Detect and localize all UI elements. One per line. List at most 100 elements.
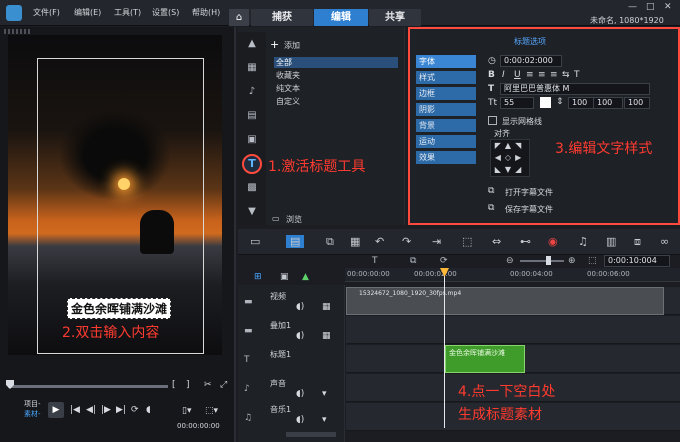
zoom-slider-handle[interactable] bbox=[546, 256, 551, 265]
overlay-volume-icon[interactable]: ◖) bbox=[296, 331, 304, 341]
vertical-text-icon[interactable]: T bbox=[574, 70, 580, 80]
menu-help[interactable]: 帮助(H) bbox=[192, 7, 220, 18]
italic-icon[interactable]: I bbox=[502, 70, 505, 80]
voice-volume-icon[interactable]: ◖) bbox=[296, 389, 304, 399]
library-item-favorites[interactable]: 收藏夹 bbox=[276, 70, 300, 81]
fit-project-icon[interactable]: ⬚ bbox=[588, 256, 597, 266]
timeline-snap-icon[interactable]: ⟳ bbox=[440, 256, 448, 266]
home-tab[interactable]: ⌂ bbox=[229, 9, 249, 26]
video-volume-icon[interactable]: ◖) bbox=[296, 302, 304, 312]
media-icon[interactable]: ▦ bbox=[244, 62, 260, 76]
menu-file[interactable]: 文件(F) bbox=[33, 7, 60, 18]
add-button[interactable]: 添加 bbox=[284, 40, 300, 51]
home-icon[interactable]: |◀ bbox=[70, 405, 80, 415]
down-arrow-icon[interactable]: ▼ bbox=[244, 206, 260, 220]
fit-icon[interactable]: ⬚ bbox=[462, 235, 472, 248]
undo-icon[interactable]: ↶ bbox=[375, 235, 384, 248]
tab-edit[interactable]: 编辑 bbox=[314, 9, 368, 26]
transition-icon[interactable]: ▤ bbox=[244, 110, 260, 124]
music-track-menu-icon[interactable]: ▾ bbox=[322, 415, 327, 425]
browse-button[interactable]: 浏览 bbox=[286, 214, 302, 225]
mark-out-icon[interactable]: ] bbox=[186, 380, 190, 390]
timeline-split-icon[interactable]: ⧉ bbox=[410, 256, 416, 266]
clip-mode[interactable]: 素材- bbox=[24, 409, 41, 419]
alignment-grid[interactable]: ◤▲◥ ◀◇▶ ◣▼◢ bbox=[490, 139, 530, 177]
open-subtitle-icon[interactable]: ⧉ bbox=[488, 186, 494, 196]
open-subtitle-button[interactable]: 打开字幕文件 bbox=[505, 187, 553, 198]
align-center-icon[interactable]: ≡ bbox=[538, 70, 546, 80]
color-swatch[interactable] bbox=[540, 97, 551, 108]
save-subtitle-button[interactable]: 保存字幕文件 bbox=[505, 204, 553, 215]
next-frame-icon[interactable]: |▶ bbox=[101, 405, 111, 415]
library-item-custom[interactable]: 自定义 bbox=[276, 96, 300, 107]
tab-capture[interactable]: 捕获 bbox=[251, 9, 313, 26]
option-style[interactable]: 样式 bbox=[416, 71, 476, 84]
redo-icon[interactable]: ↷ bbox=[402, 235, 411, 248]
lane-overlay[interactable] bbox=[346, 316, 680, 344]
project-mode[interactable]: 项目- bbox=[24, 399, 41, 409]
tools-icon[interactable]: ⧉ bbox=[326, 235, 334, 249]
menu-edit[interactable]: 编辑(E) bbox=[74, 7, 101, 18]
track-layout-icon[interactable]: ⊞ bbox=[254, 272, 262, 282]
ripple-icon[interactable]: ⇥ bbox=[432, 235, 441, 248]
font-size-field[interactable]: 55 bbox=[500, 97, 534, 109]
track-scrollbar[interactable] bbox=[286, 432, 336, 437]
motion-icon[interactable]: ⧈ bbox=[634, 235, 641, 249]
graphics-icon[interactable]: ▩ bbox=[244, 182, 260, 196]
play-button[interactable]: ▶ bbox=[48, 402, 64, 418]
timeline-text-icon[interactable]: T bbox=[372, 256, 378, 266]
overlay-track-menu-icon[interactable]: ▦ bbox=[322, 331, 331, 341]
maximize-icon[interactable]: □ bbox=[646, 2, 655, 12]
underline-icon[interactable]: U bbox=[514, 70, 521, 80]
video-track-menu-icon[interactable]: ▦ bbox=[322, 302, 331, 312]
timeline-view-icon[interactable]: ▤ bbox=[286, 235, 305, 248]
zoom-in-icon[interactable]: ⊕ bbox=[568, 256, 576, 266]
mixer-icon[interactable]: ♫ bbox=[578, 235, 588, 248]
close-icon[interactable]: ✕ bbox=[664, 2, 672, 12]
end-icon[interactable]: ▶| bbox=[116, 405, 126, 415]
add-icon[interactable]: + bbox=[270, 38, 279, 51]
record-icon[interactable]: ◉ bbox=[548, 235, 558, 248]
option-border[interactable]: 边框 bbox=[416, 87, 476, 100]
snapshot-icon[interactable]: ⬚▾ bbox=[205, 406, 218, 416]
up-arrow-icon[interactable]: ▲ bbox=[244, 38, 260, 52]
split-icon[interactable]: ✂ bbox=[204, 380, 212, 390]
tab-share[interactable]: 共享 bbox=[369, 9, 421, 26]
playhead[interactable] bbox=[444, 268, 445, 428]
ripple-mode-icon[interactable]: ▲ bbox=[302, 272, 309, 282]
grid-checkbox[interactable] bbox=[488, 116, 497, 125]
enlarge-icon[interactable]: ⤢ bbox=[220, 380, 227, 390]
track-manager-icon[interactable]: ▦ bbox=[350, 235, 360, 248]
align-right-icon[interactable]: ≡ bbox=[550, 70, 558, 80]
option-background[interactable]: 背景 bbox=[416, 119, 476, 132]
scale-field[interactable]: 100 bbox=[624, 97, 650, 109]
library-item-plain-text[interactable]: 纯文本 bbox=[276, 83, 300, 94]
add-track-icon[interactable]: ▣ bbox=[280, 272, 289, 282]
auto-music-icon[interactable]: ▥ bbox=[606, 235, 616, 248]
option-font[interactable]: 字体 bbox=[416, 55, 476, 68]
save-subtitle-icon[interactable]: ⧉ bbox=[488, 203, 494, 213]
line-spacing-field[interactable]: 100 bbox=[568, 97, 596, 109]
align-left-icon[interactable]: ≡ bbox=[526, 70, 534, 80]
zoom-track-icon[interactable]: ⊷ bbox=[520, 235, 531, 248]
pan-icon[interactable]: ⇔ bbox=[492, 235, 501, 248]
timeline-timecode[interactable]: 0:00:10:004 bbox=[604, 255, 670, 267]
music-volume-icon[interactable]: ◖) bbox=[296, 415, 304, 425]
option-shadow[interactable]: 阴影 bbox=[416, 103, 476, 116]
voice-track-menu-icon[interactable]: ▾ bbox=[322, 389, 327, 399]
player-timecode[interactable]: 00:00:00:00 bbox=[177, 422, 220, 430]
option-motion[interactable]: 运动 bbox=[416, 135, 476, 148]
storyboard-view-icon[interactable]: ▭ bbox=[250, 235, 260, 248]
option-effect[interactable]: 效果 bbox=[416, 151, 476, 164]
chain-icon[interactable]: ∞ bbox=[660, 235, 669, 248]
menu-tools[interactable]: 工具(T) bbox=[114, 7, 141, 18]
bold-icon[interactable]: B bbox=[488, 70, 495, 80]
filter-icon[interactable]: ▣ bbox=[244, 134, 260, 148]
mark-in-icon[interactable]: [ bbox=[172, 380, 176, 390]
minimize-icon[interactable]: — bbox=[628, 2, 637, 12]
browse-icon[interactable]: ▭ bbox=[272, 214, 280, 223]
repeat-icon[interactable]: ⟳ bbox=[131, 405, 139, 415]
title-text-box[interactable]: 金色余晖铺满沙滩 bbox=[67, 298, 172, 319]
prev-frame-icon[interactable]: ◀| bbox=[86, 405, 96, 415]
zoom-slider[interactable] bbox=[520, 260, 564, 262]
